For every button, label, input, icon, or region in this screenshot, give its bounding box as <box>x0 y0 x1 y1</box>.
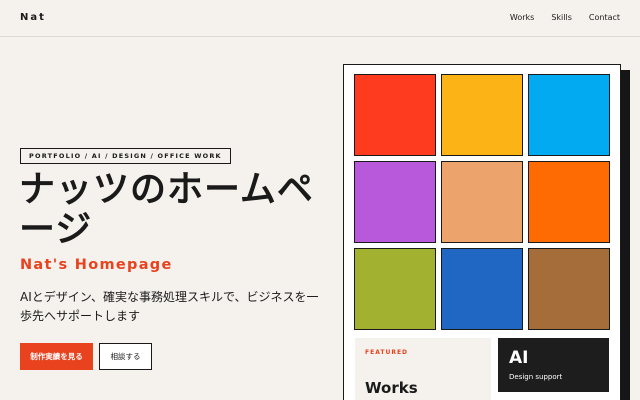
color-tile <box>528 161 610 243</box>
ai-card-title: AI <box>509 348 529 368</box>
nav-link-contact[interactable]: Contact <box>589 13 620 22</box>
nav-link-skills[interactable]: Skills <box>551 13 572 22</box>
color-tile <box>441 74 523 156</box>
color-tile <box>354 161 436 243</box>
ai-card-subtitle: Design support <box>509 373 563 381</box>
color-tile <box>441 161 523 243</box>
hero-description: AIとデザイン、確実な事務処理スキルで、ビジネスを一歩先へサポートします <box>20 290 319 323</box>
featured-label: FEATURED <box>365 349 409 356</box>
color-tile <box>441 248 523 330</box>
featured-title: Works <box>365 379 418 397</box>
color-tile <box>354 74 436 156</box>
nav-link-works[interactable]: Works <box>510 13 534 22</box>
featured-card[interactable]: FEATURED Works <box>355 338 491 400</box>
color-tile <box>354 248 436 330</box>
hero-subtitle: Nat's Homepage <box>20 257 173 273</box>
ai-card[interactable]: AI Design support <box>498 338 609 392</box>
main-nav: Works Skills Contact <box>510 13 620 22</box>
hero-title: ナッツのホームページ <box>19 169 314 250</box>
category-badge: PORTFOLIO / AI / DESIGN / OFFICE WORK <box>20 148 231 164</box>
color-tile <box>528 74 610 156</box>
color-tile <box>528 248 610 330</box>
consult-button[interactable]: 相談する <box>99 343 152 370</box>
view-works-button[interactable]: 制作実績を見る <box>20 343 93 370</box>
site-logo[interactable]: Nat <box>20 12 46 23</box>
site-header: Nat Works Skills Contact <box>0 0 640 37</box>
